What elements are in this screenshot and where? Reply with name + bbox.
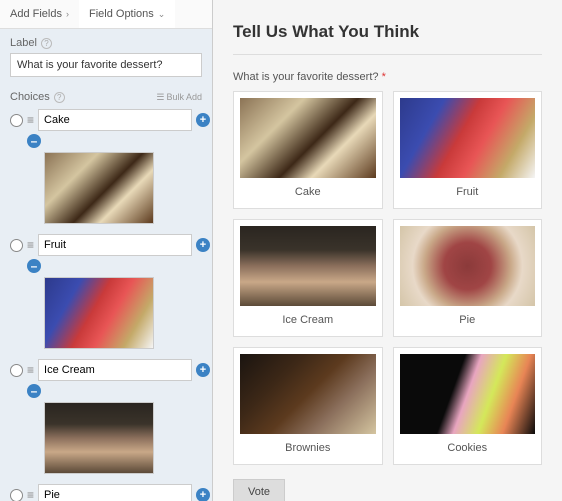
option-label: Ice Cream — [240, 312, 376, 330]
option-label: Cake — [240, 184, 376, 202]
choice-list: ≡+–≡+–≡+–≡+–≡+– — [0, 107, 212, 501]
option-image — [240, 98, 376, 178]
radio-default[interactable] — [10, 489, 23, 501]
remove-choice-button[interactable]: – — [27, 384, 41, 398]
options-grid: Cake Fruit Ice Cream Pie Brownies Cookies — [233, 91, 542, 465]
option-image — [400, 98, 536, 178]
option-image — [400, 226, 536, 306]
option-card[interactable]: Fruit — [393, 91, 543, 209]
help-icon[interactable]: ? — [54, 92, 65, 103]
add-choice-button[interactable]: + — [196, 113, 210, 127]
choice-image[interactable] — [44, 402, 154, 474]
choice-image[interactable] — [44, 277, 154, 349]
drag-handle-icon[interactable]: ≡ — [27, 363, 34, 377]
submit-button[interactable]: Vote — [233, 479, 285, 501]
list-icon: ☰ — [156, 92, 164, 103]
option-label: Pie — [400, 312, 536, 330]
option-card[interactable]: Pie — [393, 219, 543, 337]
choice-input[interactable] — [38, 109, 192, 131]
tab-label: Field Options — [89, 8, 154, 20]
choice-input[interactable] — [38, 359, 192, 381]
choice-row: ≡ + – — [0, 107, 212, 232]
option-image — [240, 354, 376, 434]
option-card[interactable]: Brownies — [233, 347, 383, 465]
choice-input[interactable] — [38, 484, 192, 501]
choices-heading: Choices — [10, 91, 50, 103]
chevron-down-icon: ⌄ — [158, 9, 166, 20]
option-image — [400, 354, 536, 434]
drag-handle-icon[interactable]: ≡ — [27, 238, 34, 252]
sidebar-tabs: Add Fields › Field Options ⌄ — [0, 0, 212, 29]
tab-field-options[interactable]: Field Options ⌄ — [79, 0, 175, 28]
choice-row: ≡ + – — [0, 357, 212, 482]
drag-handle-icon[interactable]: ≡ — [27, 488, 34, 501]
add-choice-button[interactable]: + — [196, 238, 210, 252]
required-mark: * — [382, 71, 386, 83]
label-section: Label ? — [0, 29, 212, 85]
option-card[interactable]: Cake — [233, 91, 383, 209]
option-image — [240, 226, 376, 306]
remove-choice-button[interactable]: – — [27, 134, 41, 148]
radio-default[interactable] — [10, 114, 23, 127]
add-choice-button[interactable]: + — [196, 488, 210, 501]
builder-sidebar: Add Fields › Field Options ⌄ Label ? Cho… — [0, 0, 213, 501]
option-label: Brownies — [240, 440, 376, 458]
chevron-right-icon: › — [66, 9, 69, 19]
option-card[interactable]: Cookies — [393, 347, 543, 465]
question-label: What is your favorite dessert? * — [233, 71, 542, 83]
drag-handle-icon[interactable]: ≡ — [27, 113, 34, 127]
choice-row: ≡ + – — [0, 232, 212, 357]
choice-input[interactable] — [38, 234, 192, 256]
remove-choice-button[interactable]: – — [27, 259, 41, 273]
label-heading: Label — [10, 37, 37, 49]
radio-default[interactable] — [10, 364, 23, 377]
tab-label: Add Fields — [10, 8, 62, 20]
radio-default[interactable] — [10, 239, 23, 252]
choice-image[interactable] — [44, 152, 154, 224]
help-icon[interactable]: ? — [41, 38, 52, 49]
option-label: Fruit — [400, 184, 536, 202]
form-preview: Tell Us What You Think What is your favo… — [213, 0, 562, 501]
option-card[interactable]: Ice Cream — [233, 219, 383, 337]
form-title: Tell Us What You Think — [233, 22, 542, 55]
bulk-add-link[interactable]: ☰ Bulk Add — [156, 92, 202, 103]
option-label: Cookies — [400, 440, 536, 458]
choices-header: Choices ? ☰ Bulk Add — [0, 85, 212, 107]
choice-row: ≡+– — [0, 482, 212, 501]
field-label-input[interactable] — [10, 53, 202, 77]
tab-add-fields[interactable]: Add Fields › — [0, 0, 79, 28]
add-choice-button[interactable]: + — [196, 363, 210, 377]
